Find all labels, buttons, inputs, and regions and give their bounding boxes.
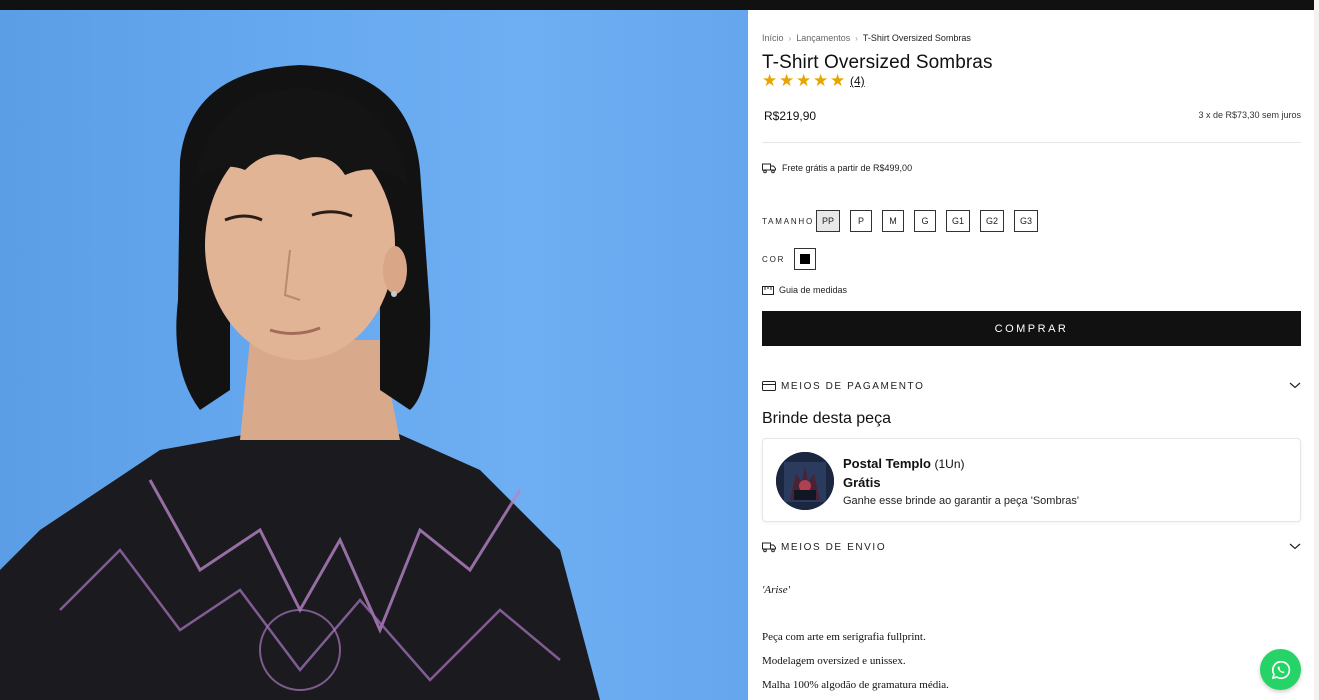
whatsapp-chat-button[interactable] — [1260, 649, 1301, 690]
breadcrumb-home[interactable]: Início — [762, 33, 784, 43]
size-option-g3[interactable]: G3 — [1014, 210, 1039, 232]
divider — [762, 142, 1301, 143]
scrollbar-track[interactable] — [1314, 0, 1319, 700]
description-line: Peça com arte em serigrafia fullprint. — [762, 631, 926, 643]
breadcrumb-category[interactable]: Lançamentos — [796, 33, 850, 43]
gift-section-title: Brinde desta peça — [762, 410, 891, 427]
product-price: R$219,90 — [764, 109, 817, 123]
free-shipping-note: Frete grátis a partir de R$499,00 — [762, 162, 912, 174]
description-line: Malha 100% algodão de gramatura média. — [762, 679, 949, 691]
gift-name-text: Postal Templo — [843, 456, 931, 471]
star-icon: ★ — [796, 71, 812, 90]
whatsapp-icon — [1271, 660, 1290, 679]
credit-card-icon — [762, 381, 776, 391]
size-option-p[interactable]: P — [850, 210, 873, 232]
shipping-methods-accordion[interactable]: MEIOS DE ENVIO — [762, 537, 1301, 557]
gift-thumbnail — [776, 452, 834, 510]
truck-icon — [762, 163, 776, 174]
size-guide-link[interactable]: Guia de medidas — [762, 285, 847, 295]
shipping-methods-label: MEIOS DE ENVIO — [781, 541, 887, 553]
size-option-g1[interactable]: G1 — [946, 210, 971, 232]
size-option-g2[interactable]: G2 — [980, 210, 1005, 232]
size-guide-text: Guia de medidas — [779, 285, 848, 295]
model-illustration — [0, 65, 600, 700]
gift-card: Postal Templo (1Un) Grátis Ganhe esse br… — [762, 438, 1301, 522]
color-option-black[interactable] — [794, 248, 816, 270]
product-details-panel: Início › Lançamentos › T-Shirt Oversized… — [748, 10, 1314, 700]
payment-methods-accordion[interactable]: MEIOS DE PAGAMENTO — [762, 376, 1301, 396]
size-selector: PP P M G G1 G2 G3 — [816, 210, 1039, 232]
description-line: Modelagem oversized e unissex. — [762, 655, 906, 667]
product-rating[interactable]: ★ ★ ★ ★ ★ (4) — [762, 71, 865, 90]
truck-icon — [762, 542, 776, 553]
size-option-m[interactable]: M — [882, 210, 905, 232]
star-icon: ★ — [813, 71, 829, 90]
gift-quantity: (1Un) — [934, 457, 965, 471]
star-icon: ★ — [830, 71, 846, 90]
gift-name: Postal Templo (1Un) — [843, 456, 965, 471]
installments-info: 3 x de R$73,30 sem juros — [1198, 110, 1301, 120]
breadcrumb-separator: › — [855, 33, 858, 43]
gift-price: Grátis — [843, 475, 881, 490]
color-swatch-fill — [800, 254, 810, 264]
size-option-g[interactable]: G — [914, 210, 937, 232]
breadcrumb-current: T-Shirt Oversized Sombras — [862, 33, 971, 43]
buy-button[interactable]: COMPRAR — [762, 311, 1301, 346]
star-icon: ★ — [779, 71, 795, 90]
breadcrumb-separator: › — [788, 33, 792, 43]
star-icon: ★ — [762, 71, 778, 90]
review-count-link[interactable]: (4) — [850, 74, 865, 88]
product-photo[interactable] — [0, 10, 748, 700]
breadcrumb: Início › Lançamentos › T-Shirt Oversized… — [762, 33, 971, 43]
description-tagline: 'Arise' — [762, 584, 790, 596]
gift-description: Ganhe esse brinde ao garantir a peça 'So… — [843, 495, 1079, 507]
chevron-down-icon — [1289, 543, 1301, 550]
payment-methods-label: MEIOS DE PAGAMENTO — [781, 380, 925, 392]
ruler-icon — [762, 285, 774, 295]
size-label: TAMANHO — [762, 217, 815, 226]
size-option-pp[interactable]: PP — [816, 210, 841, 232]
chevron-down-icon — [1289, 382, 1301, 389]
color-label: COR — [762, 255, 786, 264]
top-bar — [0, 0, 1314, 10]
free-shipping-text: Frete grátis a partir de R$499,00 — [782, 163, 913, 173]
